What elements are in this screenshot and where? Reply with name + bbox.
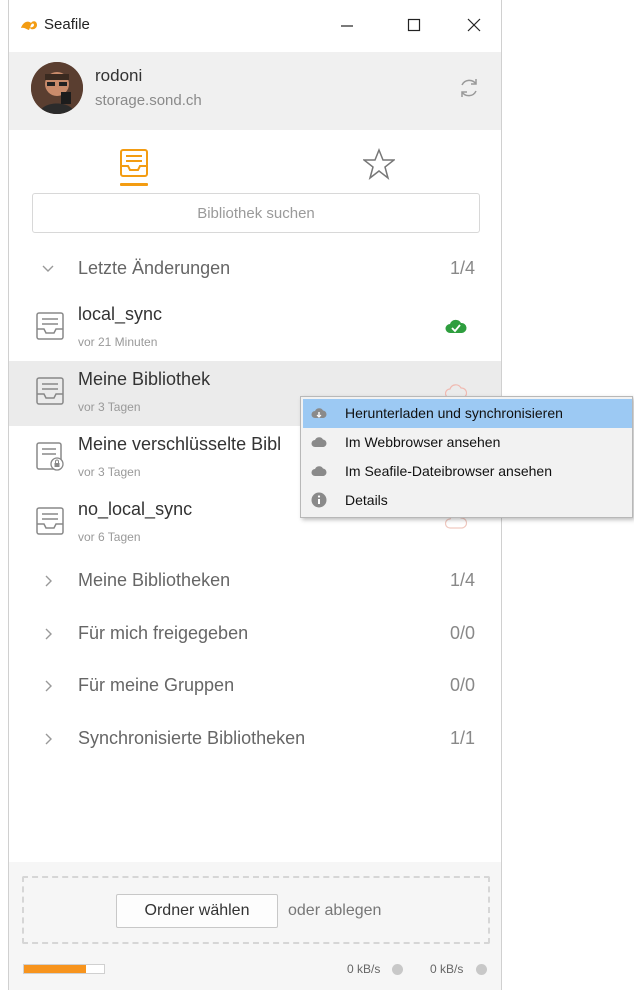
title-bar: Seafile (9, 0, 501, 52)
chevron-down-icon (42, 265, 54, 272)
quota-bar (23, 964, 105, 974)
chevron-right-icon (45, 575, 52, 587)
cloud-icon (311, 466, 327, 476)
menu-item-file-browser[interactable]: Im Seafile-Dateibrowser ansehen (303, 457, 632, 486)
window-title: Seafile (44, 16, 90, 33)
repo-name: Meine Bibliothek (78, 369, 211, 389)
maximize-icon (407, 18, 421, 32)
close-button[interactable] (454, 8, 494, 42)
minimize-button[interactable] (327, 8, 367, 42)
avatar[interactable] (31, 62, 83, 114)
cloud-download-icon (311, 408, 327, 418)
section-recent-changes[interactable]: Letzte Änderungen 1/4 (9, 246, 501, 296)
section-label: Meine Bibliotheken (78, 570, 231, 590)
section-label: Synchronisierte Bibliotheken (78, 728, 306, 748)
upload-rate: 0 kB/s (347, 962, 381, 976)
menu-item-label: Herunterladen und synchronisieren (345, 405, 563, 421)
maximize-button[interactable] (394, 8, 434, 42)
repo-time: vor 3 Tagen (78, 465, 141, 479)
section-count: 1/4 (449, 570, 475, 590)
tab-libraries-icon[interactable] (117, 146, 151, 186)
tab-active-indicator (120, 183, 148, 186)
repo-item-local-sync[interactable]: local_sync vor 21 Minuten (9, 296, 501, 361)
minimize-icon (341, 25, 353, 27)
repo-name: no_local_sync (78, 499, 193, 519)
close-icon (467, 18, 481, 32)
cloud-icon (311, 437, 327, 447)
menu-item-web-browser[interactable]: Im Webbrowser ansehen (303, 428, 632, 457)
section-synced-libraries[interactable]: Synchronisierte Bibliotheken 1/1 (9, 716, 501, 766)
chevron-right-icon (45, 680, 52, 692)
refresh-icon[interactable] (457, 76, 481, 100)
avatar-photo (31, 62, 83, 114)
chevron-right-icon (45, 733, 52, 745)
library-icon (36, 507, 64, 535)
menu-item-download-sync[interactable]: Herunterladen und synchronisieren (303, 399, 632, 428)
seafile-logo-icon (21, 21, 37, 30)
section-count: 1/1 (449, 728, 475, 748)
repo-name: Meine verschlüsselte Bibl (78, 434, 282, 454)
drop-hint: oder ablegen (288, 902, 382, 919)
library-icon (36, 312, 64, 340)
quota-fill (24, 965, 87, 973)
account-server: storage.sond.ch (95, 92, 202, 109)
section-count: 0/0 (449, 623, 475, 643)
info-icon (311, 492, 327, 508)
tab-starred-icon[interactable] (363, 148, 395, 180)
account-name: rodoni (95, 66, 143, 85)
library-search-input[interactable] (32, 193, 480, 233)
footer: Ordner wählen oder ablegen 0 kB/s 0 kB/s (9, 862, 501, 990)
menu-item-label: Details (345, 492, 388, 508)
section-label: Für meine Gruppen (78, 675, 235, 695)
context-menu: Herunterladen und synchronisieren Im Web… (300, 396, 633, 518)
account-header: rodoni storage.sond.ch (9, 52, 501, 130)
cloud-synced-icon (445, 319, 467, 333)
section-label: Letzte Änderungen (78, 258, 231, 278)
section-shared-with-me[interactable]: Für mich freigegeben 0/0 (9, 611, 501, 661)
repo-name: local_sync (78, 304, 163, 324)
drop-zone[interactable]: Ordner wählen oder ablegen (22, 876, 490, 944)
upload-indicator-icon (392, 964, 403, 975)
menu-item-label: Im Seafile-Dateibrowser ansehen (345, 463, 552, 479)
menu-item-label: Im Webbrowser ansehen (345, 434, 501, 450)
encrypted-library-icon (36, 442, 64, 471)
section-my-groups[interactable]: Für meine Gruppen 0/0 (9, 663, 501, 713)
repo-time: vor 3 Tagen (78, 400, 141, 414)
repo-time: vor 6 Tagen (78, 530, 141, 544)
section-count: 0/0 (449, 675, 475, 695)
repo-time: vor 21 Minuten (78, 335, 158, 349)
library-icon (36, 377, 64, 405)
download-indicator-icon (476, 964, 487, 975)
section-label: Für mich freigegeben (78, 623, 249, 643)
chevron-right-icon (45, 628, 52, 640)
choose-folder-button[interactable]: Ordner wählen (116, 894, 278, 928)
download-rate: 0 kB/s (430, 962, 464, 976)
section-count: 1/4 (449, 258, 475, 278)
section-my-libraries[interactable]: Meine Bibliotheken 1/4 (9, 558, 501, 608)
menu-item-details[interactable]: Details (303, 486, 632, 515)
